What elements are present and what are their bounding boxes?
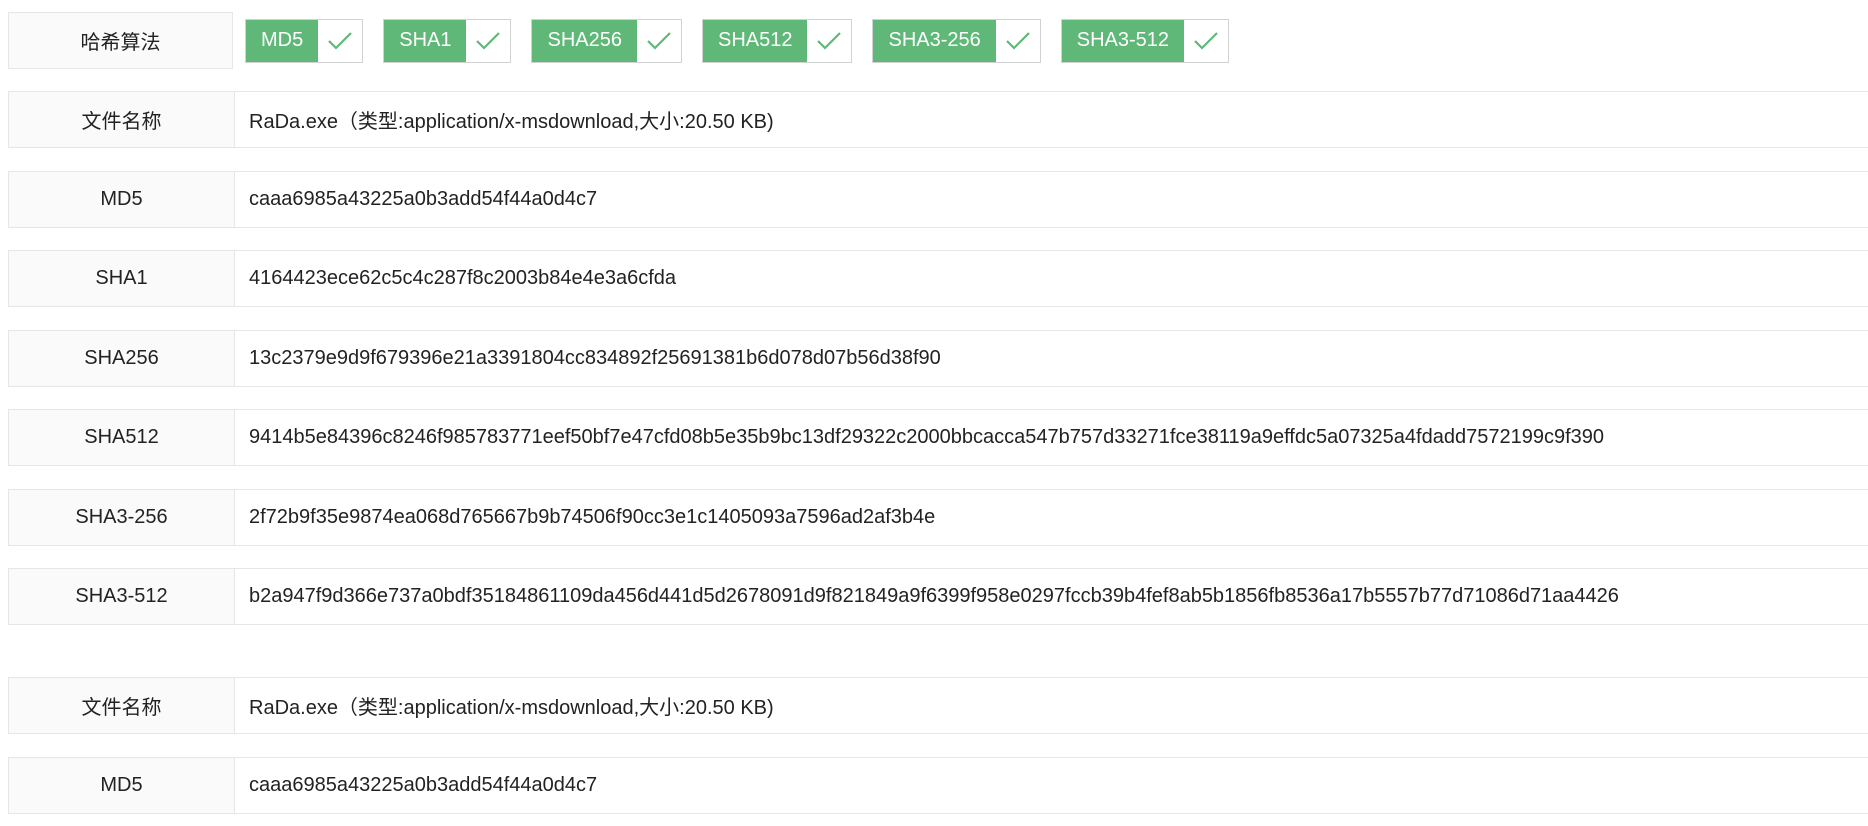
hash-label: SHA256 — [9, 331, 235, 386]
algorithm-label: 哈希算法 — [8, 12, 233, 69]
checkbox-md5[interactable]: MD5 — [245, 18, 364, 63]
file-name-label: 文件名称 — [9, 678, 235, 733]
hash-value: 13c2379e9d9f679396e21a3391804cc834892f25… — [249, 347, 941, 369]
check-icon — [1184, 19, 1229, 62]
check-icon — [995, 19, 1040, 62]
checkbox-label: SHA256 — [532, 19, 637, 62]
checkbox-sha3-512[interactable]: SHA3-512 — [1060, 18, 1230, 63]
hash-row-sha1: SHA1 4164423ece62c5c4c287f8c2003b84e4e3a… — [8, 250, 1868, 307]
hash-row-sha512: SHA512 9414b5e84396c8246f985783771eef50b… — [8, 409, 1868, 466]
algorithm-checkboxes: MD5 SHA1 SHA256 SHA512 SHA3-256 SHA3-512 — [233, 12, 1249, 69]
hash-label: SHA3-512 — [9, 569, 235, 624]
hash-row-sha3-256: SHA3-256 2f72b9f35e9874ea068d765667b9b74… — [8, 489, 1868, 546]
file-name-row: 文件名称 RaDa.exe（类型:application/x-msdownloa… — [8, 91, 1868, 148]
checkbox-label: MD5 — [246, 19, 319, 62]
hash-label: SHA512 — [9, 410, 235, 465]
hash-row-md5: MD5 caaa6985a43225a0b3add54f44a0d4c7 — [8, 757, 1868, 814]
checkbox-label: SHA3-256 — [873, 19, 996, 62]
hash-row-md5: MD5 caaa6985a43225a0b3add54f44a0d4c7 — [8, 171, 1868, 228]
file-name-row: 文件名称 RaDa.exe（类型:application/x-msdownloa… — [8, 677, 1868, 734]
hash-value: caaa6985a43225a0b3add54f44a0d4c7 — [249, 188, 598, 210]
hash-value: 9414b5e84396c8246f985783771eef50bf7e47cf… — [249, 426, 1605, 448]
check-icon — [318, 19, 363, 62]
hash-label: MD5 — [9, 758, 235, 813]
file-name-value: RaDa.exe（类型:application/x-msdownload,大小:… — [249, 111, 774, 133]
hash-label: MD5 — [9, 172, 235, 227]
checkbox-sha1[interactable]: SHA1 — [383, 18, 512, 63]
hash-value: 2f72b9f35e9874ea068d765667b9b74506f90cc3… — [249, 506, 936, 528]
checkbox-sha3-256[interactable]: SHA3-256 — [872, 18, 1041, 63]
checkbox-sha512[interactable]: SHA512 — [701, 18, 853, 63]
hash-tool-page: 哈希算法 MD5 SHA1 SHA256 SHA512 SHA3-256 SHA… — [0, 0, 1868, 826]
check-icon — [466, 19, 511, 62]
hash-value: 4164423ece62c5c4c287f8c2003b84e4e3a6cfda — [249, 267, 677, 289]
hash-label: SHA1 — [9, 251, 235, 306]
hash-row-sha3-512: SHA3-512 b2a947f9d366e737a0bdf3518486110… — [8, 568, 1868, 625]
check-icon — [636, 19, 681, 62]
checkbox-label: SHA512 — [702, 19, 808, 62]
checkbox-label: SHA3-512 — [1061, 19, 1185, 62]
algorithm-selector-row: 哈希算法 MD5 SHA1 SHA256 SHA512 SHA3-256 SHA… — [8, 12, 1868, 69]
check-icon — [807, 19, 852, 62]
checkbox-sha256[interactable]: SHA256 — [531, 18, 682, 63]
file-name-label: 文件名称 — [9, 92, 235, 147]
hash-value: caaa6985a43225a0b3add54f44a0d4c7 — [249, 774, 598, 796]
checkbox-label: SHA1 — [384, 19, 467, 62]
hash-value: b2a947f9d366e737a0bdf35184861109da456d44… — [249, 585, 1619, 607]
file-name-value: RaDa.exe（类型:application/x-msdownload,大小:… — [249, 697, 774, 719]
hash-row-sha256: SHA256 13c2379e9d9f679396e21a3391804cc83… — [8, 330, 1868, 387]
hash-label: SHA3-256 — [9, 490, 235, 545]
